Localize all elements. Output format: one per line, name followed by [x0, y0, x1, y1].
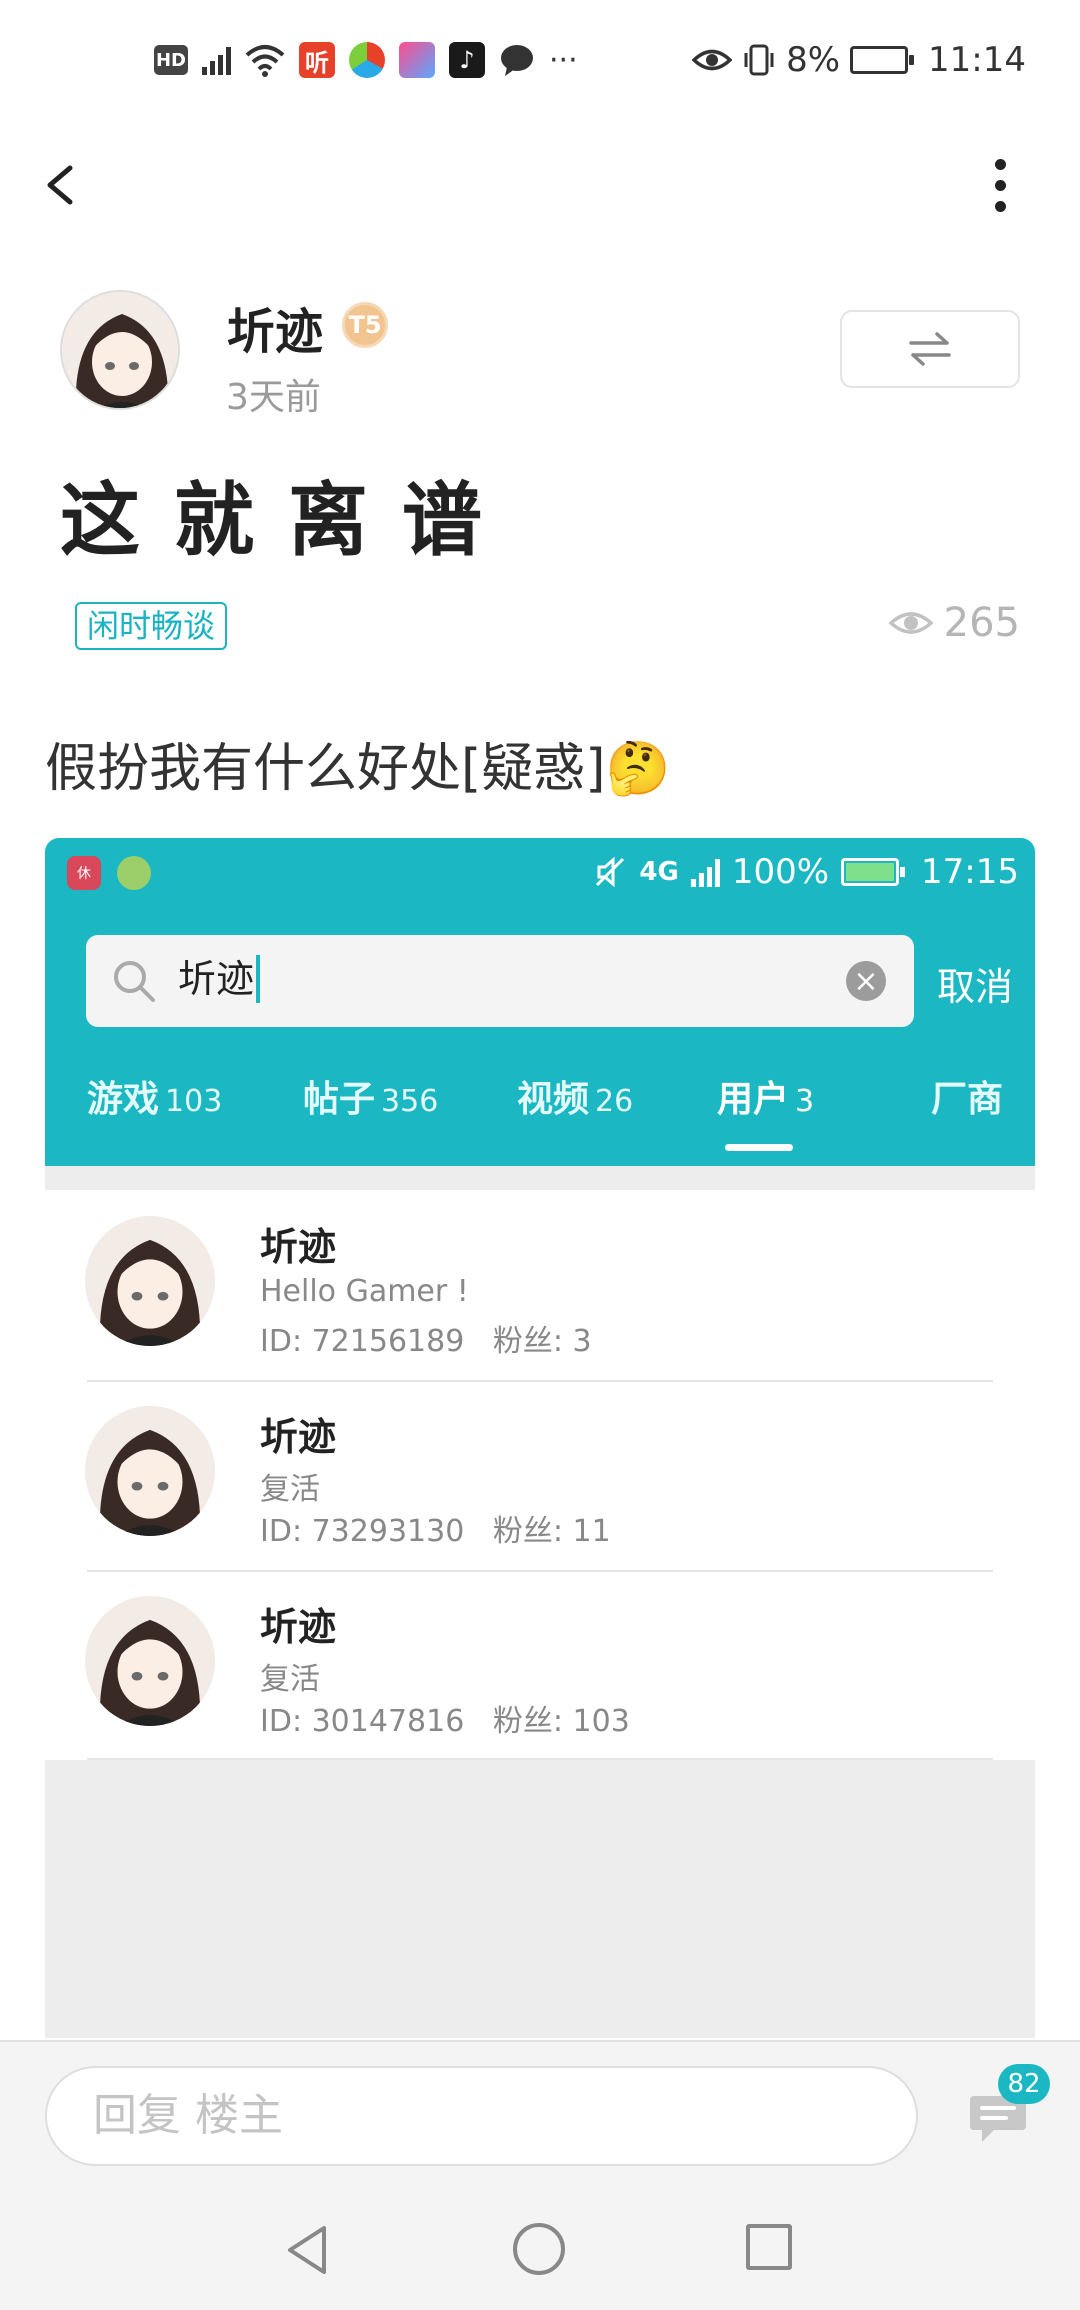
image-app-icon-2 — [117, 856, 151, 890]
image-status-right: 4G 100% 17:15 — [593, 852, 1019, 892]
list-item: 圻迹 Hello Gamer ! ID: 72156189 粉丝: 3 — [45, 1190, 1035, 1380]
battery-charging-icon — [850, 46, 915, 74]
image-battery-percent: 100% — [731, 852, 830, 892]
switch-button[interactable] — [840, 310, 1020, 388]
post-time: 3天前 — [226, 377, 321, 418]
post-image[interactable]: 休 4G 100% 17:15 圻迹 × 取消 游戏 103 帖子 356 视频… — [45, 838, 1035, 2038]
image-search-query: 圻迹 — [178, 955, 261, 1003]
image-battery-icon — [841, 858, 906, 886]
author-avatar[interactable] — [60, 290, 180, 410]
back-button[interactable] — [40, 150, 90, 220]
image-tab-posts: 帖子 356 — [303, 1070, 438, 1122]
status-bar: HD 听 ♪ ··· 8% 11:14 — [0, 0, 1080, 120]
listen-app-label: 听 — [305, 48, 329, 77]
user-name: 圻迹 — [260, 1415, 337, 1459]
mute-icon — [596, 856, 625, 888]
user-meta: ID: 30147816 粉丝: 103 — [260, 1696, 630, 1740]
tab-label: 厂商 — [931, 1079, 1004, 1120]
tab-count: 3 — [795, 1084, 815, 1119]
list-item: 圻迹 复活 ID: 73293130 粉丝: 11 — [45, 1380, 1035, 1570]
comment-count-badge: 82 — [998, 2064, 1050, 2104]
view-count: 265 — [888, 600, 1020, 646]
image-tab-users: 用户 3 — [717, 1070, 814, 1122]
eye-comfort-icon — [692, 49, 733, 71]
user-signature: 复活 — [260, 1662, 320, 1697]
image-network: 4G — [639, 857, 679, 887]
tab-count: 356 — [381, 1084, 439, 1119]
image-signal-icon — [690, 857, 720, 887]
user-fans: 粉丝: 3 — [492, 1324, 592, 1359]
browser-app-icon — [349, 42, 385, 78]
swap-arrows-icon — [909, 332, 951, 366]
nav-home-icon[interactable] — [513, 2223, 565, 2275]
tab-count: 103 — [165, 1084, 223, 1119]
user-fans: 粉丝: 103 — [492, 1704, 630, 1739]
user-fans: 粉丝: 11 — [492, 1514, 611, 1549]
search-icon — [114, 961, 155, 1002]
image-tab-indicator — [725, 1144, 793, 1151]
cellular-signal-icon — [202, 45, 231, 75]
more-options-button[interactable] — [980, 150, 1020, 220]
avatar-image — [85, 1406, 215, 1536]
tab-count: 26 — [595, 1084, 634, 1119]
topic-tag[interactable]: 闲时畅谈 — [75, 602, 228, 650]
user-id: ID: 73293130 — [260, 1514, 465, 1549]
video-app-icon — [399, 42, 435, 78]
nav-back-icon[interactable] — [282, 2222, 332, 2278]
image-cancel-label: 取消 — [936, 965, 1013, 1009]
image-user-list: 圻迹 Hello Gamer ! ID: 72156189 粉丝: 3 圻迹 复… — [45, 1190, 1035, 1760]
eye-icon — [888, 612, 934, 634]
post-body: 假扮我有什么好处[疑惑]🤔 — [45, 739, 671, 799]
list-item: 圻迹 复活 ID: 30147816 粉丝: 103 — [45, 1570, 1035, 1760]
chevron-left-icon — [47, 165, 73, 205]
user-name: 圻迹 — [260, 1225, 337, 1269]
tab-label: 用户 — [717, 1079, 790, 1120]
hd-icon: HD — [154, 45, 188, 75]
author-name[interactable]: 圻迹 — [227, 292, 323, 362]
user-id: ID: 72156189 — [260, 1324, 465, 1359]
reply-bar: 回复 楼主 82 — [0, 2040, 1080, 2190]
user-avatar — [85, 1216, 215, 1346]
tiktok-icon: ♪ — [449, 42, 485, 78]
image-tab-videos: 视频 26 — [517, 1070, 633, 1122]
battery-percent: 8% — [786, 40, 841, 80]
avatar-image — [85, 1596, 215, 1726]
avatar-image — [62, 292, 178, 408]
image-header: 休 4G 100% 17:15 圻迹 × 取消 游戏 103 帖子 356 视频… — [45, 838, 1035, 1166]
reply-input[interactable]: 回复 楼主 — [45, 2066, 918, 2166]
user-avatar — [85, 1406, 215, 1536]
chat-icon — [501, 45, 533, 76]
user-signature: Hello Gamer ! — [260, 1274, 469, 1309]
user-name: 圻迹 — [260, 1605, 337, 1649]
system-nav-bar — [0, 2190, 1080, 2310]
avatar-image — [85, 1216, 215, 1346]
vibrate-icon — [744, 44, 774, 76]
image-app-icon: 休 — [67, 856, 101, 890]
listen-app-icon: 听 — [299, 42, 335, 78]
tab-label: 帖子 — [303, 1079, 376, 1120]
image-tab-games: 游戏 103 — [87, 1070, 222, 1122]
tab-label: 游戏 — [87, 1079, 160, 1120]
user-meta: ID: 73293130 粉丝: 11 — [260, 1506, 611, 1550]
image-tab-vendors: 厂商 — [931, 1070, 1003, 1122]
clear-icon: × — [846, 961, 886, 1001]
post-title: 这就离谱 — [60, 474, 516, 567]
level-badge: T5 — [342, 302, 388, 348]
user-avatar — [85, 1596, 215, 1726]
status-bar-right: 8% 11:14 — [692, 40, 1026, 80]
view-count-value: 265 — [943, 600, 1020, 646]
nav-recents-icon[interactable] — [746, 2224, 792, 2270]
user-signature: 复活 — [260, 1472, 320, 1507]
user-meta: ID: 72156189 粉丝: 3 — [260, 1316, 592, 1360]
status-bar-left: HD 听 ♪ ··· — [154, 40, 578, 80]
tab-label: 视频 — [517, 1079, 590, 1120]
status-time: 11:14 — [928, 40, 1026, 80]
image-tabs: 游戏 103 帖子 356 视频 26 用户 3 厂商 — [45, 1070, 1035, 1140]
user-id: ID: 30147816 — [260, 1704, 465, 1739]
image-status-bar: 休 4G 100% 17:15 — [45, 838, 1035, 908]
more-notifications-icon: ··· — [549, 42, 578, 78]
image-time: 17:15 — [921, 852, 1019, 892]
image-search-box: 圻迹 × — [86, 935, 914, 1027]
wifi-icon — [245, 45, 285, 77]
